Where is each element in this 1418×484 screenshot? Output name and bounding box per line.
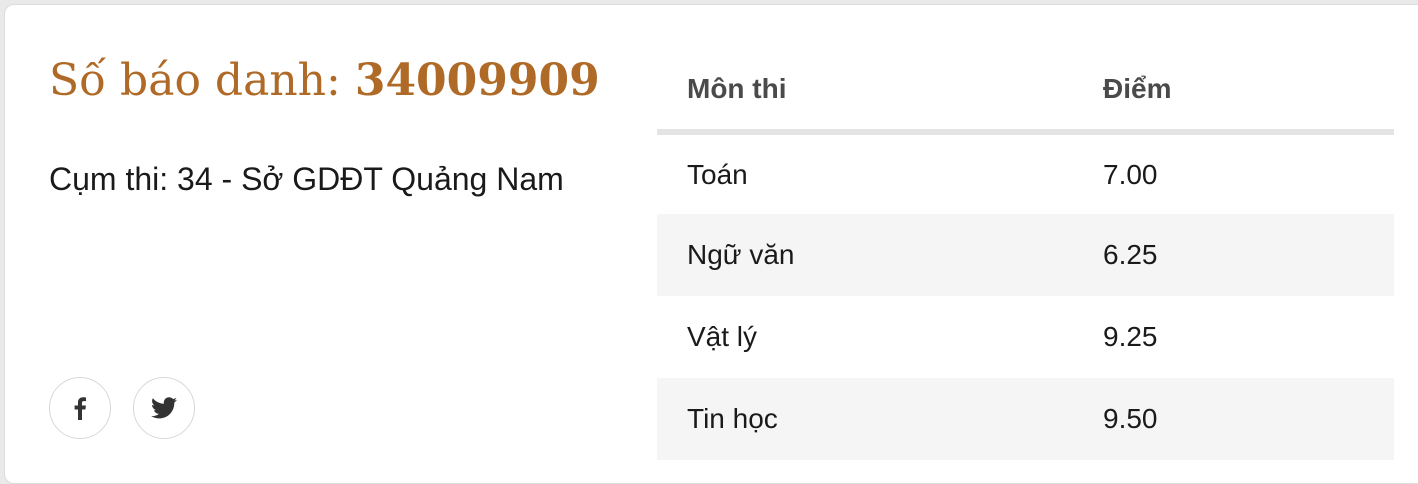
score-cell: 9.50 (1073, 378, 1394, 460)
twitter-share-button[interactable] (133, 377, 195, 439)
score-cell: 7.00 (1103, 158, 1158, 190)
candidate-number-heading: Số báo danh: 34009909 (49, 53, 600, 109)
score-table: Môn thi Điểm Toán 7.00 Ngữ văn 6.25 Vật … (657, 49, 1394, 460)
share-buttons (49, 377, 195, 439)
subject-cell: Toán (687, 158, 748, 190)
score-table-header: Môn thi Điểm (657, 49, 1394, 135)
table-row: Tin học 9.50 (657, 378, 1394, 460)
facebook-share-button[interactable] (49, 377, 111, 439)
table-row: Ngữ văn 6.25 (657, 214, 1394, 296)
candidate-number-label: Số báo danh: (49, 55, 341, 106)
subject-cell: Ngữ văn (657, 214, 1073, 296)
result-card: Số báo danh: 34009909 Cụm thi: 34 - Sở G… (4, 4, 1418, 484)
table-row: Vật lý 9.25 (657, 296, 1394, 378)
table-row: Toán 7.00 (657, 132, 1394, 214)
twitter-icon (151, 397, 177, 419)
subject-cell: Tin học (657, 378, 1073, 460)
score-cell: 9.25 (1103, 321, 1158, 352)
column-header-score: Điểm (1073, 49, 1394, 135)
score-cell: 6.25 (1073, 214, 1394, 296)
subject-cell: Vật lý (687, 321, 758, 352)
facebook-icon (74, 397, 86, 420)
exam-cluster: Cụm thi: 34 - Sở GDĐT Quảng Nam (49, 161, 564, 197)
candidate-number: 34009909 (354, 55, 600, 106)
column-header-subject: Môn thi (657, 49, 1073, 135)
